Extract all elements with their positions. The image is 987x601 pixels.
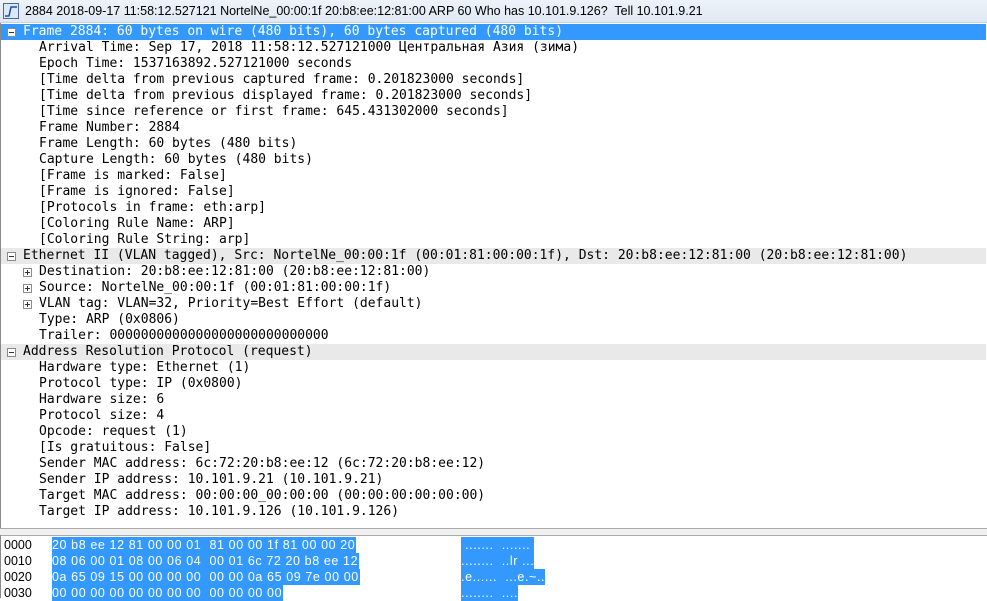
tree-node-field[interactable]: Frame Length: 60 bytes (480 bits) [1, 136, 986, 152]
tree-node-field[interactable]: [Time since reference or first frame: 64… [1, 104, 986, 120]
window-titlebar: 2884 2018-09-17 11:58:12.527121 NortelNe… [0, 0, 987, 23]
tree-node-protocol[interactable]: Address Resolution Protocol (request) [1, 344, 986, 360]
tree-node-field[interactable]: Epoch Time: 1537163892.527121000 seconds [1, 56, 986, 72]
tree-node-label: [Coloring Rule String: arp] [39, 232, 251, 247]
tree-node-label: Hardware size: 6 [39, 392, 165, 407]
tree-node-field[interactable]: Capture Length: 60 bytes (480 bits) [1, 152, 986, 168]
tree-node-field[interactable]: VLAN tag: VLAN=32, Priority=Best Effort … [1, 296, 986, 312]
tree-node-label: Sender MAC address: 6c:72:20:b8:ee:12 (6… [39, 456, 486, 471]
collapse-minus-icon[interactable] [7, 348, 16, 357]
tree-node-label: [Time since reference or first frame: 64… [39, 104, 509, 119]
hex-bytes[interactable]: 0a 65 09 15 00 00 00 00 00 00 0a 65 09 7… [52, 569, 360, 585]
tree-node-label: Type: ARP (0x0806) [39, 312, 180, 327]
collapse-minus-icon[interactable] [7, 28, 16, 37]
hex-ascii[interactable]: ........ .... [461, 585, 519, 601]
window-title: 2884 2018-09-17 11:58:12.527121 NortelNe… [25, 4, 703, 18]
tree-node-field[interactable]: Trailer: 0000000000000000000000000000 [1, 328, 986, 344]
hex-ascii[interactable]: ....... ....... [461, 537, 535, 553]
tree-node-label: [Coloring Rule Name: ARP] [39, 216, 235, 231]
hex-bytes[interactable]: 00 00 00 00 00 00 00 00 00 00 00 00 [52, 585, 284, 601]
tree-node-field[interactable]: Opcode: request (1) [1, 424, 986, 440]
tree-node-field[interactable]: [Frame is marked: False] [1, 168, 986, 184]
tree-node-label: Destination: 20:b8:ee:12:81:00 (20:b8:ee… [39, 264, 431, 279]
tree-node-field[interactable]: [Time delta from previous displayed fram… [1, 88, 986, 104]
hex-row: 0000 20 b8 ee 12 81 00 00 01 81 00 00 1f … [1, 537, 987, 553]
tree-node-label: Target MAC address: 00:00:00_00:00:00 (0… [39, 488, 486, 503]
collapse-minus-icon[interactable] [7, 252, 16, 261]
tree-node-label: [Time delta from previous displayed fram… [39, 88, 533, 103]
tree-node-label: Frame Length: 60 bytes (480 bits) [39, 136, 298, 151]
tree-node-label: Trailer: 0000000000000000000000000000 [39, 328, 329, 343]
tree-node-protocol[interactable]: Frame 2884: 60 bytes on wire (480 bits),… [1, 24, 986, 40]
wireshark-app-icon [3, 3, 19, 19]
tree-node-field[interactable]: Sender MAC address: 6c:72:20:b8:ee:12 (6… [1, 456, 986, 472]
tree-node-field[interactable]: [Protocols in frame: eth:arp] [1, 200, 986, 216]
hex-bytes[interactable]: 20 b8 ee 12 81 00 00 01 81 00 00 1f 81 0… [52, 537, 357, 553]
tree-node-label: Epoch Time: 1537163892.527121000 seconds [39, 56, 353, 71]
tree-node-label: Hardware type: Ethernet (1) [39, 360, 251, 375]
tree-node-label: Protocol size: 4 [39, 408, 165, 423]
tree-node-label: Sender IP address: 10.101.9.21 (10.101.9… [39, 472, 384, 487]
tree-node-field[interactable]: Target MAC address: 00:00:00_00:00:00 (0… [1, 488, 986, 504]
tree-node-field[interactable]: [Is gratuitous: False] [1, 440, 986, 456]
hex-bytes[interactable]: 08 06 00 01 08 00 06 04 00 01 6c 72 20 b… [52, 553, 360, 569]
tree-node-field[interactable]: Source: NortelNe_00:00:1f (00:01:81:00:0… [1, 280, 986, 296]
tree-node-field[interactable]: Target IP address: 10.101.9.126 (10.101.… [1, 504, 986, 520]
tree-node-label: Source: NortelNe_00:00:1f (00:01:81:00:0… [39, 280, 392, 295]
expand-plus-icon[interactable] [23, 268, 32, 277]
hex-ascii[interactable]: ........ ..lr ... [461, 553, 535, 569]
tree-node-label: Target IP address: 10.101.9.126 (10.101.… [39, 504, 400, 519]
hex-offset: 0010 [4, 554, 32, 568]
tree-node-label: [Is gratuitous: False] [39, 440, 212, 455]
tree-node-field[interactable]: [Time delta from previous captured frame… [1, 72, 986, 88]
packet-details-tree[interactable]: Frame 2884: 60 bytes on wire (480 bits),… [0, 23, 987, 528]
tree-node-field[interactable]: Frame Number: 2884 [1, 120, 986, 136]
tree-node-field[interactable]: Protocol type: IP (0x0800) [1, 376, 986, 392]
hex-row: 0020 0a 65 09 15 00 00 00 00 00 00 0a 65 … [1, 569, 987, 585]
hex-row: 0030 00 00 00 00 00 00 00 00 00 00 00 00.… [1, 585, 987, 601]
tree-node-label: Opcode: request (1) [39, 424, 188, 439]
hex-ascii[interactable]: .e...... ...e.~.. [461, 569, 546, 585]
tree-node-field[interactable]: Destination: 20:b8:ee:12:81:00 (20:b8:ee… [1, 264, 986, 280]
tree-node-field[interactable]: Hardware type: Ethernet (1) [1, 360, 986, 376]
tree-node-label: [Frame is ignored: False] [39, 184, 235, 199]
tree-node-protocol[interactable]: Ethernet II (VLAN tagged), Src: NortelNe… [1, 248, 986, 264]
tree-node-label: Address Resolution Protocol (request) [23, 344, 313, 359]
tree-node-label: [Frame is marked: False] [39, 168, 227, 183]
tree-node-field[interactable]: [Frame is ignored: False] [1, 184, 986, 200]
tree-node-label: [Protocols in frame: eth:arp] [39, 200, 266, 215]
tree-node-field[interactable]: Arrival Time: Sep 17, 2018 11:58:12.5271… [1, 40, 986, 56]
tree-node-label: [Time delta from previous captured frame… [39, 72, 525, 87]
hex-offset: 0000 [4, 538, 32, 552]
tree-node-label: Frame 2884: 60 bytes on wire (480 bits),… [23, 24, 564, 39]
tree-node-field[interactable]: Hardware size: 6 [1, 392, 986, 408]
tree-node-label: Arrival Time: Sep 17, 2018 11:58:12.5271… [39, 40, 580, 55]
packet-bytes-pane[interactable]: 0000 20 b8 ee 12 81 00 00 01 81 00 00 1f … [0, 535, 987, 601]
tree-node-label: VLAN tag: VLAN=32, Priority=Best Effort … [39, 296, 423, 311]
hex-offset: 0020 [4, 570, 32, 584]
tree-node-field[interactable]: [Coloring Rule String: arp] [1, 232, 986, 248]
hex-row: 0010 08 06 00 01 08 00 06 04 00 01 6c 72 … [1, 553, 987, 569]
tree-node-field[interactable]: Protocol size: 4 [1, 408, 986, 424]
expand-plus-icon[interactable] [23, 300, 32, 309]
tree-node-label: Protocol type: IP (0x0800) [39, 376, 243, 391]
tree-node-label: Capture Length: 60 bytes (480 bits) [39, 152, 313, 167]
tree-node-field[interactable]: Sender IP address: 10.101.9.21 (10.101.9… [1, 472, 986, 488]
hex-offset: 0030 [4, 586, 32, 600]
tree-node-label: Ethernet II (VLAN tagged), Src: NortelNe… [23, 248, 908, 263]
tree-node-label: Frame Number: 2884 [39, 120, 180, 135]
tree-node-field[interactable]: [Coloring Rule Name: ARP] [1, 216, 986, 232]
expand-plus-icon[interactable] [23, 284, 32, 293]
tree-node-field[interactable]: Type: ARP (0x0806) [1, 312, 986, 328]
